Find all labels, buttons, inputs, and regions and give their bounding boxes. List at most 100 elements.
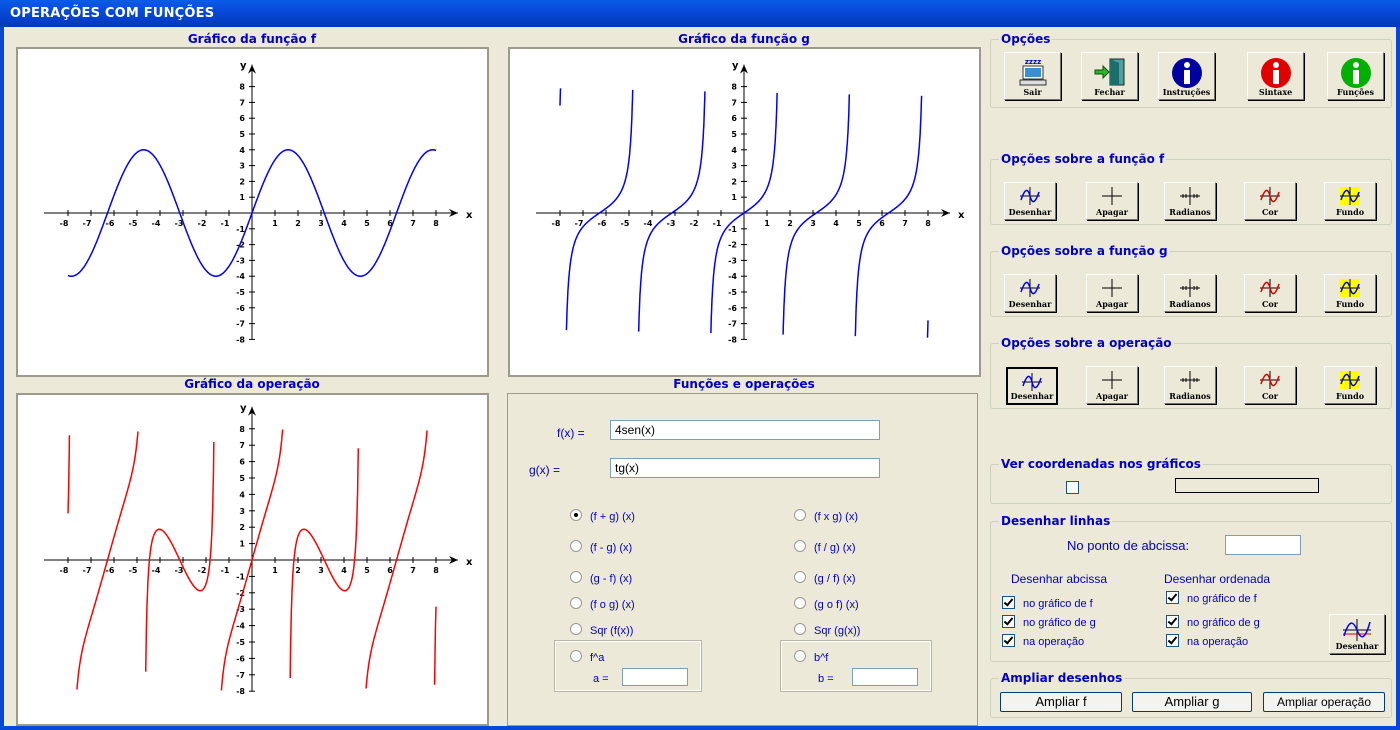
abscissa-op-checkbox[interactable]: na operação [1002, 634, 1084, 648]
y-tick-label: -7 [728, 320, 737, 329]
y-axis-label: y [240, 403, 247, 414]
x-axis-label: x [466, 210, 473, 221]
op-radio-sqr-f[interactable]: Sqr (f(x)) [570, 623, 633, 637]
y-tick-label: -4 [236, 622, 245, 631]
coords-checkbox[interactable] [1066, 481, 1087, 495]
x-tick-label: 6 [879, 219, 885, 228]
graph-f-svg: xy-8 -7 -6 -5 -4 -3 -2 -1 1 2 3 4 5 6 7 8-8-7-6-5-4-3-2… [44, 61, 473, 344]
y-tick-label: -8 [728, 335, 737, 344]
draw-lines-button[interactable]: Desenhar [1329, 614, 1385, 654]
op-radio-g-minus-f[interactable]: (g - f) (x) [570, 571, 632, 585]
f-erase-button[interactable]: Apagar [1086, 182, 1138, 220]
radio-label: (g - f) (x) [590, 573, 633, 585]
op-radio-sqr-g[interactable]: Sqr (g(x)) [794, 623, 860, 637]
abscissa-g-checkbox[interactable]: no gráfico de g [1002, 615, 1096, 629]
x-tick-label: 5 [856, 219, 862, 228]
op-radio-f-div-g[interactable]: (f / g) (x) [794, 540, 856, 554]
x-tick-label: -4 [152, 219, 161, 228]
title-bar: OPERAÇÕES COM FUNÇÕES [0, 0, 1400, 27]
op-radio-f-pow-a[interactable]: f^a [570, 650, 604, 664]
zoom-op-button[interactable]: Ampliar operação [1263, 692, 1385, 712]
graph-g-canvas[interactable]: x y -8 -7 -6 -5 -4 -3 -2 -1 1 2 3 4 5 6 7 8 -8 -7 -6 -5 -4 -3 -2… [508, 47, 981, 377]
radio-dot [570, 597, 582, 609]
x-tick-label: -5 [129, 219, 138, 228]
op-draw-button[interactable]: Desenhar [1006, 367, 1058, 405]
close-button[interactable]: Fechar [1081, 52, 1138, 100]
y-tick-label: -3 [236, 256, 245, 265]
ordinate-f-checkbox[interactable]: no gráfico de f [1166, 591, 1257, 605]
x-tick-label: -2 [198, 219, 207, 228]
abscissa-f-checkbox[interactable]: no gráfico de f [1002, 596, 1093, 610]
exit-button[interactable]: zzzz Sair [1004, 52, 1061, 100]
op-radio-b-pow-f[interactable]: b^f [794, 650, 828, 664]
point-input[interactable] [1225, 535, 1301, 555]
exit-door-icon [1094, 58, 1124, 86]
button-label: Apagar [1096, 299, 1128, 309]
op-radio-f-plus-g[interactable]: (f + g) (x) [570, 509, 635, 523]
syntax-button-label: Sintaxe [1258, 87, 1293, 97]
f-radians-button[interactable]: Radianos [1164, 182, 1216, 220]
zoom-g-button[interactable]: Ampliar g [1132, 692, 1252, 712]
x-tick-label: -3 [175, 566, 184, 575]
color-graph-icon [1260, 371, 1280, 389]
f-background-button[interactable]: Fundo [1324, 182, 1376, 220]
op-radio-f-times-g[interactable]: (f x g) (x) [794, 509, 858, 523]
g-draw-button[interactable]: Desenhar [1004, 274, 1056, 312]
g-erase-button[interactable]: Apagar [1086, 274, 1138, 312]
op-radians-button[interactable]: Radianos [1164, 366, 1216, 404]
x-tick-label: -6 [106, 219, 115, 228]
info-icon [1340, 58, 1371, 88]
zoom-f-button[interactable]: Ampliar f [1000, 692, 1122, 712]
syntax-button[interactable]: Sintaxe [1247, 52, 1304, 100]
window-title: OPERAÇÕES COM FUNÇÕES [10, 6, 215, 21]
coords-group: Ver coordenadas nos gráficos [990, 457, 1392, 504]
x-tick-label: 4 [833, 219, 839, 228]
op-color-button[interactable]: Cor [1244, 366, 1296, 404]
graph-op-canvas[interactable]: x y -8 -7 -6 -5 -4 -3 -2 -1 1 2 3 4 5 6 7 8 -8 -7 -6 -5 -4 -3 -2… [16, 393, 489, 726]
window-border-bottom [0, 726, 1400, 730]
button-label: Radianos [1169, 299, 1211, 309]
op-radio-f-minus-g[interactable]: (f - g) (x) [570, 540, 632, 554]
point-label: No ponto de abcissa: [1067, 538, 1190, 553]
y-tick-label: 7 [239, 441, 245, 450]
x-tick-label: -6 [598, 219, 607, 228]
b-input[interactable] [852, 668, 918, 686]
y-tick-label: 5 [239, 474, 245, 483]
radio-dot [570, 650, 582, 662]
y-tick-label: -1 [728, 225, 737, 234]
a-input[interactable] [622, 668, 688, 686]
f-input[interactable]: 4sen(x) [610, 420, 880, 440]
instructions-button[interactable]: Instruções [1158, 52, 1215, 100]
op-radio-g-o-f[interactable]: (g o f) (x) [794, 597, 859, 611]
op-background-button[interactable]: Fundo [1324, 366, 1376, 404]
info-icon [1171, 58, 1202, 88]
op-radio-g-div-f[interactable]: (g / f) (x) [794, 571, 856, 585]
op-erase-button[interactable]: Apagar [1086, 366, 1138, 404]
g-input[interactable]: tg(x) [610, 458, 880, 478]
g-background-button[interactable]: Fundo [1324, 274, 1376, 312]
ordinate-title: Desenhar ordenada [1164, 572, 1271, 586]
op-radio-f-o-g[interactable]: (f o g) (x) [570, 597, 635, 611]
color-graph-icon [1260, 187, 1280, 205]
checkbox-label: no gráfico de f [1187, 593, 1257, 605]
f-label: f(x) = [557, 426, 585, 440]
f-draw-button[interactable]: Desenhar [1004, 182, 1056, 220]
y-tick-label: 4 [731, 146, 737, 155]
f-color-button[interactable]: Cor [1244, 182, 1296, 220]
radio-dot [794, 571, 806, 583]
zoom-title: Ampliar desenhos [999, 671, 1125, 685]
g-color-button[interactable]: Cor [1244, 274, 1296, 312]
g-radians-button[interactable]: Radianos [1164, 274, 1216, 312]
y-tick-label: 3 [239, 162, 245, 171]
y-tick-label: 6 [239, 458, 245, 467]
info-icon [1260, 58, 1291, 88]
graph-op-title: Gráfico da operação [184, 377, 320, 391]
checkbox-box [1066, 481, 1079, 494]
functions-title: Funções e operações [673, 377, 815, 391]
functions-button[interactable]: Funções [1327, 52, 1384, 100]
ordinate-op-checkbox[interactable]: na operação [1166, 634, 1248, 648]
radio-label: (f o g) (x) [590, 599, 635, 611]
y-tick-label: 7 [239, 98, 245, 107]
ordinate-g-checkbox[interactable]: no gráfico de g [1166, 615, 1260, 629]
graph-f-canvas[interactable]: x y -8 -7 -6 -5 -4 -3 -2 -1 1 2 3 4 5 6 7 8 -8 -7 -6 -5 -4 -3 -2… [16, 47, 489, 377]
